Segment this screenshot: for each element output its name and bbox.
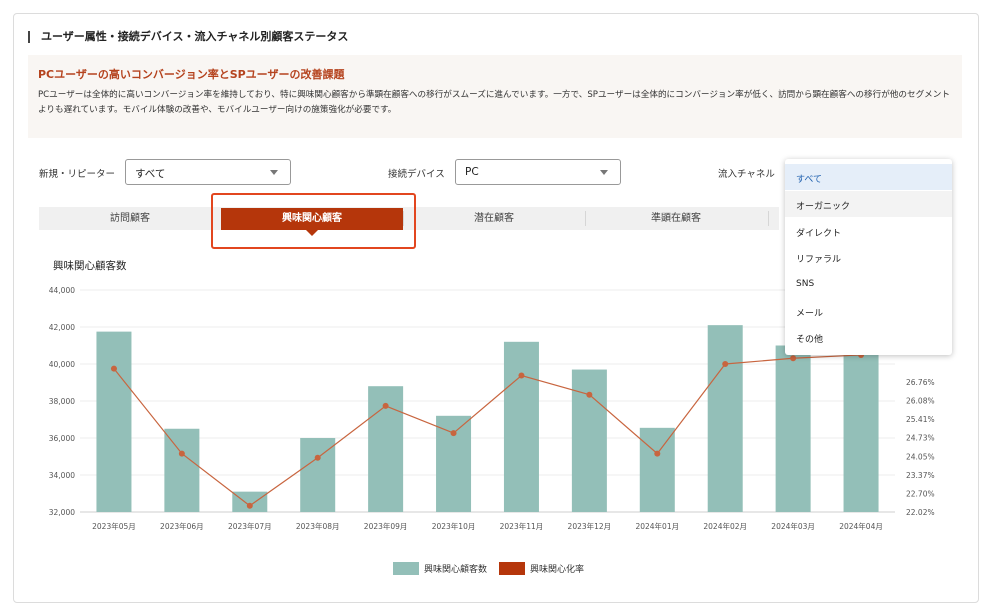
y-right-tick-label: 25.41%	[906, 415, 935, 424]
segment-filter-label: 新規・リピーター	[39, 169, 116, 180]
x-tick-label: 2023年11月	[500, 521, 544, 531]
bar	[843, 343, 879, 512]
channel-filter-label: 流入チャネル	[718, 169, 775, 180]
x-tick-label: 2024年02月	[703, 521, 747, 531]
y-right-tick-label: 24.05%	[906, 452, 935, 461]
y-right-tick-label: 23.37%	[906, 471, 935, 480]
channel-option-direct[interactable]: ダイレクト	[785, 218, 952, 244]
rate-point	[722, 361, 729, 367]
rate-point	[450, 430, 457, 437]
x-tick-label: 2024年03月	[771, 521, 815, 531]
chevron-down-icon	[600, 170, 608, 175]
legend-line-label: 興味関心化率	[530, 565, 585, 575]
x-tick-label: 2023年12月	[568, 521, 612, 531]
insight-box: PCユーザーの高いコンバージョン率とSPユーザーの改善課題 PCユーザーは全体的…	[28, 55, 962, 138]
insight-body: PCユーザーは全体的に高いコンバージョン率を維持しており、特に興味関心顧客から準…	[38, 90, 950, 115]
y-left-tick-label: 42,000	[49, 323, 75, 332]
legend-bar-label: 興味関心顧客数	[424, 565, 488, 575]
y-left-tick-label: 38,000	[49, 397, 75, 406]
insight-title: PCユーザーの高いコンバージョン率とSPユーザーの改善課題	[38, 68, 345, 81]
channel-dropdown-menu: すべて オーガニック ダイレクト リファラル SNS メール その他	[785, 159, 952, 355]
x-tick-label: 2023年09月	[364, 521, 408, 531]
x-tick-label: 2024年01月	[635, 521, 679, 531]
rate-point	[654, 450, 661, 457]
legend-line-swatch	[499, 562, 525, 575]
y-right-tick-label: 22.02%	[906, 508, 935, 517]
x-tick-label: 2023年08月	[296, 521, 340, 531]
device-filter-label: 接続デバイス	[388, 169, 445, 180]
bar	[96, 331, 132, 512]
x-tick-label: 2023年06月	[160, 521, 204, 531]
y-right-tick-label: 22.70%	[906, 489, 935, 498]
bar	[639, 427, 675, 512]
channel-option-all[interactable]: すべて	[785, 164, 952, 190]
rate-line	[113, 354, 862, 507]
tab-visit[interactable]: 訪問顧客	[39, 207, 221, 230]
rate-point	[178, 450, 185, 457]
channel-option-organic[interactable]: オーガニック	[785, 191, 952, 217]
bar	[232, 491, 268, 512]
tab-divider	[768, 211, 769, 226]
x-tick-label: 2024年04月	[839, 521, 883, 531]
x-tick-label: 2023年10月	[432, 521, 476, 531]
y-left-tick-label: 40,000	[49, 360, 75, 369]
active-tab-highlight-frame	[211, 193, 416, 249]
channel-option-other[interactable]: その他	[785, 324, 952, 350]
legend-bar-swatch	[393, 562, 419, 575]
segment-select[interactable]: すべて	[125, 159, 291, 185]
y-left-tick-label: 34,000	[49, 471, 75, 480]
device-select[interactable]: PC	[455, 159, 621, 185]
rate-point	[314, 454, 321, 461]
bar	[775, 345, 811, 512]
segment-select-value: すべて	[135, 168, 166, 180]
bar	[503, 341, 539, 512]
bar	[707, 325, 743, 512]
tab-semi-manifest[interactable]: 準顕在顧客	[585, 207, 767, 230]
y-right-tick-label: 24.73%	[906, 434, 935, 443]
channel-option-mail[interactable]: メール	[785, 298, 952, 324]
y-left-tick-label: 44,000	[49, 286, 75, 295]
x-tick-label: 2023年07月	[228, 521, 272, 531]
y-right-tick-label: 26.08%	[906, 397, 935, 406]
rate-point	[110, 365, 117, 372]
rate-point	[790, 355, 797, 362]
chart-title: 興味関心顧客数	[53, 260, 127, 272]
device-select-value: PC	[465, 166, 479, 178]
rate-point	[382, 402, 389, 409]
section-title: ユーザー属性・接続デバイス・流入チャネル別顧客ステータス	[28, 31, 348, 43]
y-right-tick-label: 26.76%	[906, 378, 935, 387]
channel-option-referral[interactable]: リファラル	[785, 244, 952, 270]
chevron-down-icon	[270, 170, 278, 175]
bar	[164, 428, 200, 512]
x-tick-label: 2023年05月	[92, 521, 136, 531]
rate-point	[246, 502, 253, 509]
y-left-tick-label: 32,000	[49, 508, 75, 517]
rate-point	[586, 391, 593, 398]
tab-latent[interactable]: 潜在顧客	[403, 207, 585, 230]
rate-point	[518, 372, 525, 379]
y-left-tick-label: 36,000	[49, 434, 75, 443]
channel-option-sns[interactable]: SNS	[785, 271, 952, 297]
